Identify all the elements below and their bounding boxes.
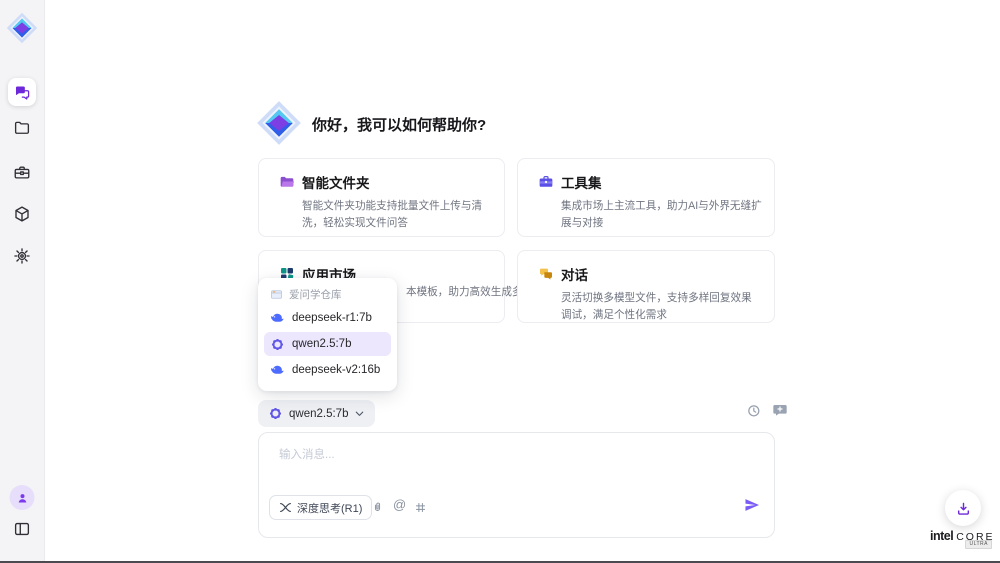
message-input[interactable] bbox=[279, 446, 749, 488]
hash-grid-icon bbox=[414, 501, 427, 514]
message-composer: 深度思考(R1) @ bbox=[258, 432, 775, 538]
card-title: 对话 bbox=[561, 264, 588, 284]
card-smart-folder[interactable]: 智能文件夹 智能文件夹功能支持批量文件上传与清洗，轻松实现文件问答 bbox=[258, 158, 505, 237]
model-option-label: qwen2.5:7b bbox=[292, 338, 351, 350]
app-logo-icon bbox=[6, 12, 38, 44]
qwen-icon bbox=[268, 406, 283, 421]
history-button[interactable] bbox=[746, 403, 761, 418]
mention-button[interactable]: @ bbox=[393, 497, 406, 512]
deep-think-label: 深度思考(R1) bbox=[297, 500, 362, 516]
briefcase-icon bbox=[13, 164, 31, 182]
folder-purple-icon bbox=[279, 174, 295, 190]
card-description-partial: 本模板，助力高效生成多 bbox=[406, 284, 523, 299]
app-window: 你好，我可以如何帮助你? 智能文件夹 智能文件夹功能支持批量文件上传与清洗，轻松… bbox=[0, 0, 1000, 563]
at-icon: @ bbox=[393, 497, 406, 512]
model-option-label: deepseek-r1:7b bbox=[292, 312, 372, 324]
card-description: 灵活切换多模型文件，支持多样回复效果调试，满足个性化需求 bbox=[561, 290, 762, 324]
model-selector-button[interactable]: qwen2.5:7b bbox=[258, 400, 375, 427]
intel-core-badge: intelcore ULTRA bbox=[930, 527, 992, 545]
history-icon bbox=[746, 403, 761, 418]
chat-plus-icon bbox=[772, 402, 788, 418]
chat-gold-icon bbox=[538, 266, 554, 282]
model-option-deepseek-v2[interactable]: deepseek-v2:16b bbox=[264, 358, 391, 382]
cube-icon bbox=[13, 205, 31, 223]
person-icon bbox=[15, 491, 29, 505]
card-conversation[interactable]: 对话 灵活切换多模型文件，支持多样回复效果调试，满足个性化需求 bbox=[517, 250, 775, 323]
download-button[interactable] bbox=[945, 490, 981, 526]
greeting-text: 你好，我可以如何帮助你? bbox=[312, 114, 486, 135]
download-icon bbox=[955, 500, 972, 517]
sidebar-item-folders[interactable] bbox=[13, 119, 31, 137]
send-icon bbox=[744, 497, 760, 513]
sidebar-item-chat[interactable] bbox=[8, 78, 36, 106]
sidebar-item-settings[interactable] bbox=[13, 247, 31, 265]
card-description: 智能文件夹功能支持批量文件上传与清洗，轻松实现文件问答 bbox=[302, 198, 492, 232]
panel-toggle-icon bbox=[13, 520, 31, 538]
user-avatar[interactable] bbox=[10, 485, 35, 510]
paperclip-icon bbox=[371, 501, 384, 514]
intel-logo-text: intel bbox=[930, 529, 953, 543]
repo-icon bbox=[270, 288, 283, 301]
ultra-badge: ULTRA bbox=[965, 540, 992, 549]
prompt-grid-button[interactable] bbox=[414, 501, 427, 514]
model-option-qwen[interactable]: qwen2.5:7b bbox=[264, 332, 391, 356]
model-option-deepseek-r1[interactable]: deepseek-r1:7b bbox=[264, 306, 391, 330]
card-title: 智能文件夹 bbox=[302, 172, 370, 192]
deep-think-toggle[interactable]: 深度思考(R1) bbox=[269, 495, 372, 520]
chevron-down-icon bbox=[354, 408, 365, 419]
model-group-label: 爱问学仓库 bbox=[289, 287, 342, 302]
sidebar-item-models[interactable] bbox=[13, 205, 31, 223]
gear-icon bbox=[13, 247, 31, 265]
assistant-logo-icon bbox=[256, 100, 302, 146]
deep-think-icon bbox=[279, 502, 292, 513]
card-description: 集成市场上主流工具，助力AI与外界无缝扩展与对接 bbox=[561, 198, 762, 232]
model-selector-label: qwen2.5:7b bbox=[289, 408, 348, 420]
folder-icon bbox=[13, 119, 31, 137]
chat-icon bbox=[14, 84, 31, 101]
deepseek-icon bbox=[270, 363, 285, 378]
sidebar-item-toolbox[interactable] bbox=[13, 164, 31, 182]
card-title: 工具集 bbox=[561, 172, 602, 192]
model-group-header: 爱问学仓库 bbox=[264, 284, 391, 304]
sidebar bbox=[0, 0, 45, 563]
new-chat-button[interactable] bbox=[772, 402, 788, 418]
card-toolset[interactable]: 工具集 集成市场上主流工具，助力AI与外界无缝扩展与对接 bbox=[517, 158, 775, 237]
model-option-label: deepseek-v2:16b bbox=[292, 364, 380, 376]
sidebar-toggle[interactable] bbox=[13, 520, 31, 538]
model-dropdown: 爱问学仓库 deepseek-r1:7b qwen2.5:7b bbox=[258, 278, 397, 391]
send-button[interactable] bbox=[744, 497, 760, 513]
toolbox-icon bbox=[538, 174, 554, 190]
qwen-icon bbox=[270, 337, 285, 352]
attach-button[interactable] bbox=[371, 501, 384, 514]
deepseek-icon bbox=[270, 311, 285, 326]
